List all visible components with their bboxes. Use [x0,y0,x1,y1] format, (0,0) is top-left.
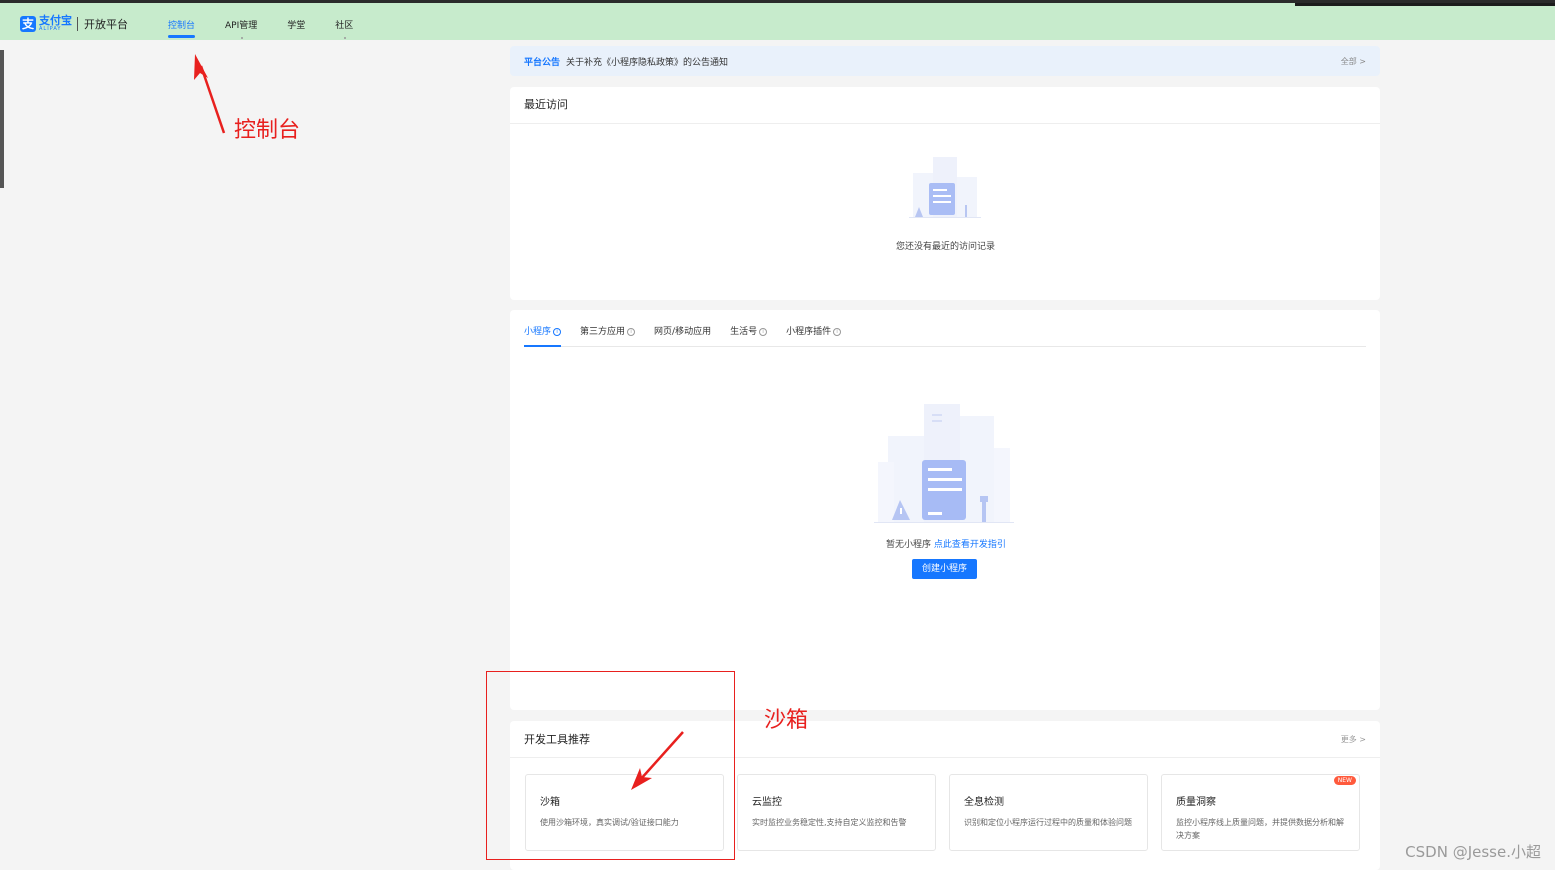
info-icon[interactable]: i [627,328,636,336]
nav-community-label: 社区 [335,21,354,31]
tab-third-party-app[interactable]: 第三方应用 i [580,324,636,346]
tool-desc: 监控小程序线上质量问题，并提供数据分析和解决方案 [1176,818,1344,840]
empty-records-icon [909,157,981,218]
recent-visits-title: 最近访问 [510,87,1380,124]
platform-name: 开放平台 [84,17,128,31]
apps-empty-prefix: 暂无小程序 [886,540,932,550]
tab-life-account[interactable]: 生活号 i [730,324,768,346]
console-arrow-head [194,54,208,80]
apps-card: 小程序 i 第三方应用 i 网页/移动应用 生活号 i 小程序插件 i 暂无小程序 点此… [510,310,1380,710]
dev-guide-link[interactable]: 点此查看开发指引 [934,540,1006,550]
recent-visits-card: 最近访问 您还没有最近的访问记录 [510,87,1380,300]
dropdown-dot-icon [241,37,244,39]
tool-desc: 实时监控业务稳定性,支持自定义监控和告警 [752,818,907,827]
platform-notice: 平台公告 关于补充《小程序隐私政策》的公告通知 全部 > [510,46,1380,76]
logo-divider [77,16,78,31]
tool-card-cloud-monitor[interactable]: 云监控 实时监控业务稳定性,支持自定义监控和告警 [737,774,936,851]
app-type-tabs: 小程序 i 第三方应用 i 网页/移动应用 生活号 i 小程序插件 i [524,324,1366,347]
nav-academy[interactable]: 学堂 [287,18,305,31]
dropdown-dot-icon [344,37,347,39]
topbar-edge [1295,3,1555,6]
tool-card-holographic-detection[interactable]: 全息检测 识别和定位小程序运行过程中的质量和体验问题 [949,774,1148,851]
recent-empty-text: 您还没有最近的访问记录 [896,242,996,252]
nav-console[interactable]: 控制台 [168,18,196,38]
tool-card-quality-insight[interactable]: NEW 质量洞察 监控小程序线上质量问题，并提供数据分析和解决方案 [1161,774,1360,851]
dev-tools-more-link[interactable]: 更多 > [1341,734,1366,745]
nav-api-label: API管理 [225,21,258,31]
logo-wordmark: 支付宝 ALIPAY [39,15,72,32]
create-mini-program-button[interactable]: 创建小程序 [912,559,977,579]
alipay-logo-icon: 支 [20,15,36,32]
logo-en: ALIPAY [39,26,62,32]
annotation-sandbox-label: 沙箱 [764,708,809,733]
tool-name: 云监控 [752,797,782,808]
notice-all-link[interactable]: 全部 > [1341,56,1366,67]
nav-api-management[interactable]: API管理 [225,18,258,39]
tab-mini-program[interactable]: 小程序 i [524,324,562,347]
tab-life-account-label: 生活号 [730,327,758,337]
apps-empty-text: 暂无小程序 点此查看开发指引 [886,537,1006,550]
tab-third-party-label: 第三方应用 [580,327,626,337]
tool-name: 质量洞察 [1176,797,1216,808]
tab-mini-program-label: 小程序 [524,327,552,337]
logo-cn: 支付宝 [39,14,72,27]
annotation-highlight-box [486,671,735,860]
notice-link[interactable]: 关于补充《小程序隐私政策》的公告通知 [566,55,728,68]
nav-community[interactable]: 社区 [335,18,354,39]
alipay-logo[interactable]: 支 支付宝 ALIPAY 开放平台 [20,15,128,32]
info-icon[interactable]: i [759,328,768,336]
tool-desc: 识别和定位小程序运行过程中的质量和体验问题 [964,818,1132,827]
tool-name: 全息检测 [964,797,1004,808]
main-nav: 控制台 API管理 学堂 社区 [168,18,383,39]
empty-mini-program-icon [874,404,1014,523]
info-icon[interactable]: i [833,328,842,336]
side-drawer-edge[interactable] [0,50,4,188]
top-nav-bar: 支 支付宝 ALIPAY 开放平台 控制台 API管理 学堂 社区 [0,0,1555,40]
new-badge: NEW [1333,776,1356,785]
console-arrow-line [199,65,226,134]
notice-tag: 平台公告 [524,57,561,68]
watermark: CSDN @Jesse.小超 [1405,843,1541,861]
tab-plugin-label: 小程序插件 [786,327,832,337]
info-icon[interactable]: i [553,328,562,336]
annotation-console-label: 控制台 [234,118,301,143]
tab-web-mobile-app[interactable]: 网页/移动应用 [654,324,711,346]
tab-mini-program-plugin[interactable]: 小程序插件 i [786,324,842,346]
